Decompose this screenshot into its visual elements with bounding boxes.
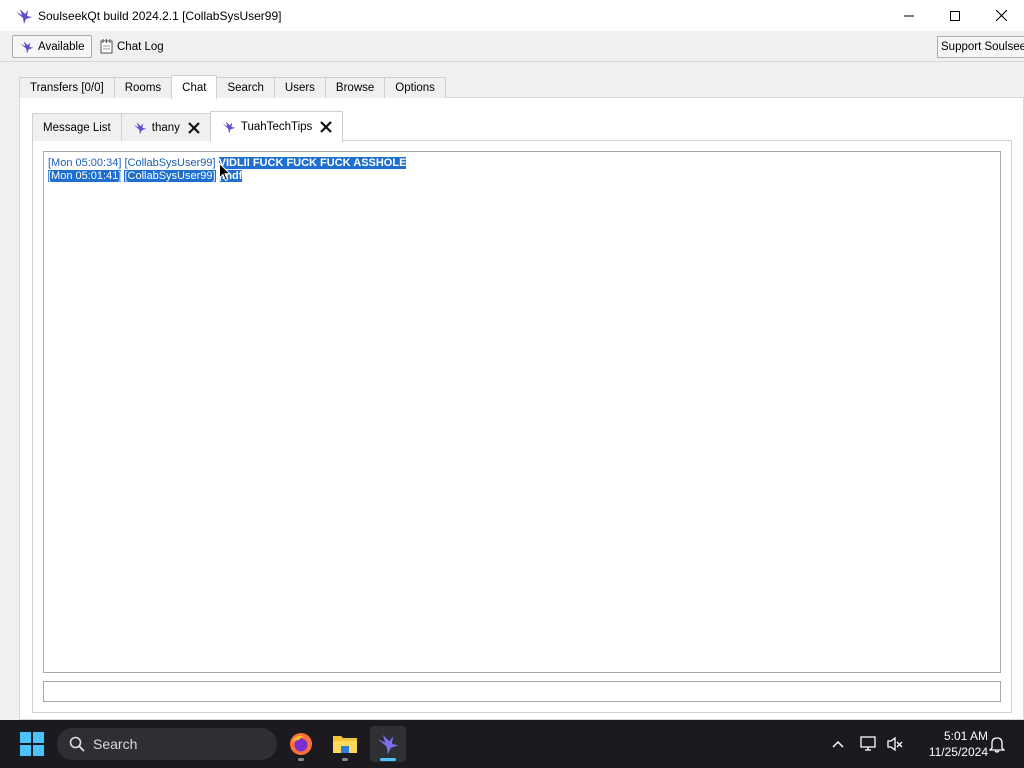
- chevron-up-icon: [832, 740, 844, 748]
- maximize-icon: [950, 10, 960, 21]
- soulseek-bird-icon: [133, 121, 147, 134]
- message-timestamp: [Mon 05:01:41]: [48, 170, 122, 182]
- folder-icon: [333, 736, 357, 753]
- tab-label: Users: [284, 82, 315, 94]
- close-tab-icon[interactable]: [320, 121, 333, 133]
- tab-chat-thany[interactable]: thany: [120, 113, 211, 141]
- tab-chat-tuahtechtips[interactable]: TuahTechTips: [209, 111, 344, 142]
- chat-message: [Mon 05:01:41] [CollabSysUser99] jfhdf: [48, 170, 243, 183]
- message-user[interactable]: [CollabSysUser99]: [124, 157, 215, 169]
- taskbar-search[interactable]: Search: [57, 728, 277, 760]
- mouse-cursor-icon: [219, 163, 231, 182]
- tray-volume[interactable]: [884, 720, 906, 768]
- tab-transfers[interactable]: Transfers [0/0]: [19, 77, 115, 98]
- tab-rooms[interactable]: Rooms: [113, 77, 173, 98]
- status-label: Available: [38, 40, 85, 53]
- taskbar-soulseekqt[interactable]: [370, 726, 406, 762]
- tab-label: Rooms: [124, 82, 162, 94]
- windows-start-icon[interactable]: [20, 732, 44, 756]
- support-soulseek-button[interactable]: Support Soulseek: [937, 36, 1024, 58]
- tab-label: Chat: [182, 81, 207, 94]
- app-window: SoulseekQt build 2024.2.1 [CollabSysUser…: [0, 0, 1024, 720]
- status-button[interactable]: Available: [12, 35, 92, 58]
- clock-time: 5:01 AM: [943, 729, 988, 743]
- tab-label: thany: [151, 121, 180, 134]
- notepad-icon: [100, 39, 113, 54]
- window-title: SoulseekQt build 2024.2.1 [CollabSysUser…: [38, 8, 282, 23]
- tab-label: Search: [227, 82, 264, 94]
- taskbar-clock[interactable]: 5:01 AM 11/25/2024: [912, 728, 988, 760]
- maximize-button[interactable]: [932, 0, 978, 31]
- soulseek-bird-icon: [377, 734, 399, 755]
- tab-search[interactable]: Search: [216, 77, 275, 98]
- message-user[interactable]: [CollabSysUser99]: [124, 170, 216, 182]
- tab-label: TuahTechTips: [240, 121, 313, 133]
- chat-messages-area[interactable]: [Mon 05:00:34] [CollabSysUser99] VIDLII …: [43, 151, 1001, 673]
- tray-network[interactable]: [858, 720, 880, 768]
- message-text: VIDLII FUCK FUCK FUCK ASSHOLE: [218, 157, 407, 169]
- tab-users[interactable]: Users: [273, 77, 326, 98]
- window-controls: [886, 0, 1024, 31]
- toolbar: Available Chat Log Support Soulseek: [0, 31, 1024, 62]
- clock-date: 11/25/2024: [928, 745, 988, 759]
- soulseek-bird-icon: [222, 121, 236, 134]
- tray-overflow-button[interactable]: [828, 720, 848, 768]
- close-window-button[interactable]: [978, 0, 1024, 31]
- tab-label: Options: [395, 82, 435, 94]
- tab-label: Transfers [0/0]: [30, 82, 104, 94]
- tab-browse[interactable]: Browse: [324, 77, 386, 98]
- tab-label: Message List: [43, 121, 111, 134]
- close-tab-icon[interactable]: [188, 121, 200, 134]
- taskbar-firefox[interactable]: [283, 726, 319, 762]
- close-icon: [995, 10, 1007, 21]
- tab-chat[interactable]: Chat: [171, 75, 218, 99]
- support-label: Support Soulseek: [941, 41, 1024, 53]
- soulseek-bird-icon: [20, 40, 34, 53]
- chat-message-input[interactable]: [43, 681, 1001, 702]
- minimize-button[interactable]: [886, 0, 932, 31]
- tab-options[interactable]: Options: [384, 77, 446, 98]
- chat-log-button[interactable]: Chat Log: [100, 35, 164, 58]
- tray-notifications[interactable]: [986, 720, 1008, 768]
- taskbar-file-explorer[interactable]: [327, 726, 363, 762]
- title-bar: SoulseekQt build 2024.2.1 [CollabSysUser…: [0, 0, 1024, 31]
- main-tab-bar: Transfers [0/0] Rooms Chat Search Users …: [19, 75, 446, 99]
- message-timestamp: [Mon 05:00:34]: [48, 157, 122, 169]
- taskbar: Search 5:01 AM 11/25/2024: [0, 720, 1024, 768]
- soulseek-bird-icon: [16, 8, 32, 24]
- chat-log-label: Chat Log: [117, 40, 164, 53]
- tab-message-list[interactable]: Message List: [32, 113, 122, 141]
- search-placeholder: Search: [93, 736, 138, 752]
- tab-label: Browse: [335, 82, 375, 94]
- bell-icon: [989, 737, 1005, 753]
- volume-muted-icon: [887, 736, 903, 752]
- search-icon: [69, 736, 85, 752]
- network-icon: [860, 736, 876, 751]
- minimize-icon: [904, 15, 914, 16]
- chat-tab-bar: Message List thany TuahTechTips: [32, 110, 344, 142]
- firefox-icon: [290, 733, 312, 755]
